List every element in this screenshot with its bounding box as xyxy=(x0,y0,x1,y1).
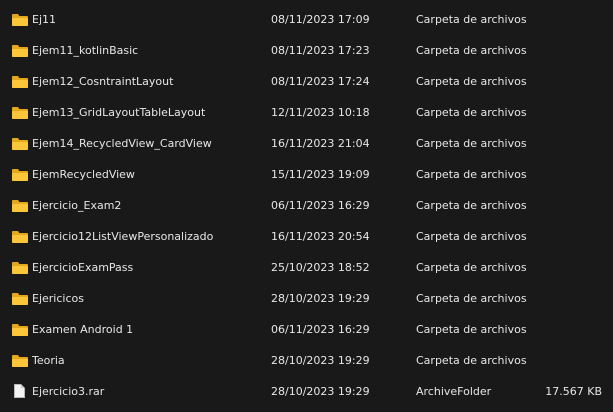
list-item[interactable]: Teoria 28/10/2023 19:29 Carpeta de archi… xyxy=(0,345,613,376)
file-size xyxy=(522,128,602,159)
folder-icon xyxy=(11,283,29,314)
modified-date: 16/11/2023 20:54 xyxy=(271,230,370,243)
file-size xyxy=(522,345,602,376)
list-item[interactable]: Ej11 08/11/2023 17:09 Carpeta de archivo… xyxy=(0,4,613,35)
folder-icon xyxy=(11,66,29,97)
folder-icon xyxy=(11,252,29,283)
modified-date: 08/11/2023 17:24 xyxy=(271,75,370,88)
list-item[interactable]: Ejercicio_Exam2 06/11/2023 16:29 Carpeta… xyxy=(0,190,613,221)
file-name: Ejem13_GridLayoutTableLayout xyxy=(32,106,206,119)
folder-icon xyxy=(11,221,29,252)
folder-icon xyxy=(11,97,29,128)
file-size xyxy=(522,221,602,252)
modified-date: 12/11/2023 10:18 xyxy=(271,106,370,119)
folder-icon xyxy=(11,314,29,345)
folder-icon xyxy=(11,128,29,159)
file-size xyxy=(522,159,602,190)
list-item[interactable]: EjemRecycledView 15/11/2023 19:09 Carpet… xyxy=(0,159,613,190)
list-item[interactable]: Ejem12_CosntraintLayout 08/11/2023 17:24… xyxy=(0,66,613,97)
list-item[interactable]: EjercicioExamPass 25/10/2023 18:52 Carpe… xyxy=(0,252,613,283)
list-item[interactable]: Ejem14_RecycledView_CardView 16/11/2023 … xyxy=(0,128,613,159)
file-name: Ejercicio_Exam2 xyxy=(32,199,122,212)
file-name: Ejercicio3.rar xyxy=(32,385,105,398)
list-item[interactable]: Ejem13_GridLayoutTableLayout 12/11/2023 … xyxy=(0,97,613,128)
file-size xyxy=(522,314,602,345)
file-size xyxy=(522,35,602,66)
file-name: Ejem14_RecycledView_CardView xyxy=(32,137,212,150)
folder-icon xyxy=(11,159,29,190)
file-name: Examen Android 1 xyxy=(32,323,134,336)
file-name: Ejem11_kotlinBasic xyxy=(32,44,139,57)
modified-date: 08/11/2023 17:23 xyxy=(271,44,370,57)
file-size xyxy=(522,283,602,314)
file-size xyxy=(522,66,602,97)
file-size: 17.567 KB xyxy=(545,385,602,398)
file-name: EjemRecycledView xyxy=(32,168,135,181)
file-name: Ej11 xyxy=(32,13,57,26)
file-size xyxy=(522,4,602,35)
list-item[interactable]: Ejercicio12ListViewPersonalizado 16/11/2… xyxy=(0,221,613,252)
archive-file-icon xyxy=(11,376,29,407)
folder-icon xyxy=(11,4,29,35)
file-size xyxy=(522,252,602,283)
list-item[interactable]: Examen Android 1 06/11/2023 16:29 Carpet… xyxy=(0,314,613,345)
list-item[interactable]: Ejericicos 28/10/2023 19:29 Carpeta de a… xyxy=(0,283,613,314)
modified-date: 25/10/2023 18:52 xyxy=(271,261,370,274)
modified-date: 06/11/2023 16:29 xyxy=(271,199,370,212)
modified-date: 16/11/2023 21:04 xyxy=(271,137,370,150)
file-size xyxy=(522,97,602,128)
modified-date: 28/10/2023 19:29 xyxy=(271,292,370,305)
file-size xyxy=(522,190,602,221)
modified-date: 06/11/2023 16:29 xyxy=(271,323,370,336)
file-name: Ejericicos xyxy=(32,292,84,305)
modified-date: 28/10/2023 19:29 xyxy=(271,354,370,367)
folder-icon xyxy=(11,345,29,376)
modified-date: 15/11/2023 19:09 xyxy=(271,168,370,181)
folder-icon xyxy=(11,35,29,66)
modified-date: 08/11/2023 17:09 xyxy=(271,13,370,26)
file-name: Ejercicio12ListViewPersonalizado xyxy=(32,230,214,243)
file-name: Teoria xyxy=(32,354,65,367)
folder-icon xyxy=(11,190,29,221)
file-name: EjercicioExamPass xyxy=(32,261,134,274)
file-name: Ejem12_CosntraintLayout xyxy=(32,75,174,88)
list-item[interactable]: Ejercicio3.rar 28/10/2023 19:29 ArchiveF… xyxy=(0,376,613,407)
list-item[interactable]: Ejem11_kotlinBasic 08/11/2023 17:23 Carp… xyxy=(0,35,613,66)
modified-date: 28/10/2023 19:29 xyxy=(271,385,370,398)
file-list: Ej11 08/11/2023 17:09 Carpeta de archivo… xyxy=(0,4,613,407)
